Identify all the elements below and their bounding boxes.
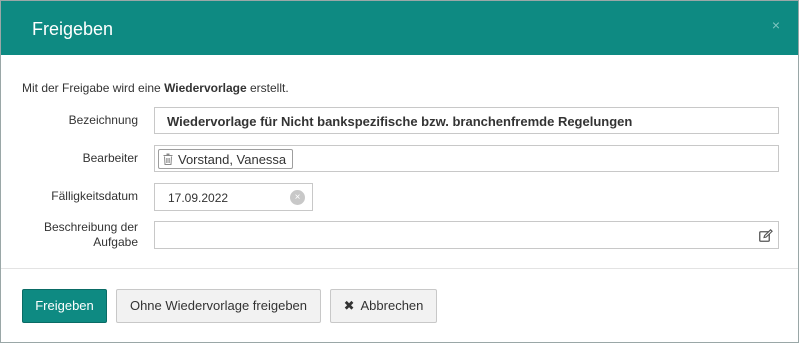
info-text: Mit der Freigabe wird eine Wiedervorlage… [22, 81, 289, 95]
beschreibung-label-line1: Beschreibung der [43, 220, 138, 234]
dialog-header: Freigeben × [1, 1, 798, 55]
trash-icon[interactable] [163, 153, 173, 165]
clear-icon[interactable]: × [290, 190, 305, 205]
close-icon[interactable]: × [772, 18, 780, 32]
edit-icon[interactable] [759, 229, 773, 242]
bearbeiter-input[interactable]: Vorstand, Vanessa [154, 145, 779, 172]
footer-divider [1, 268, 798, 269]
info-bold: Wiedervorlage [164, 81, 247, 95]
info-prefix: Mit der Freigabe wird eine [22, 81, 165, 95]
faelligkeit-input[interactable]: 17.09.2022 × [154, 183, 313, 211]
bezeichnung-label: Bezeichnung [68, 113, 138, 127]
beschreibung-label: Beschreibung der Aufgabe [23, 220, 138, 250]
bearbeiter-label: Bearbeiter [82, 151, 138, 165]
abbrechen-label: Abbrechen [360, 298, 424, 313]
bezeichnung-value: Wiedervorlage für Nicht bankspezifische … [167, 114, 633, 129]
faelligkeit-label: Fälligkeitsdatum [51, 189, 138, 203]
bearbeiter-tag-label: Vorstand, Vanessa [178, 151, 287, 167]
bezeichnung-input[interactable]: Wiedervorlage für Nicht bankspezifische … [154, 107, 779, 134]
freigeben-dialog: Freigeben × Mit der Freigabe wird eine W… [0, 0, 799, 343]
info-suffix: erstellt. [246, 81, 289, 95]
freigeben-button[interactable]: Freigeben [22, 289, 107, 323]
dialog-title: Freigeben [32, 19, 114, 39]
abbrechen-button[interactable]: ✖ Abbrechen [330, 289, 437, 323]
bearbeiter-tag[interactable]: Vorstand, Vanessa [158, 149, 294, 169]
ohne-wiedervorlage-button[interactable]: Ohne Wiedervorlage freigeben [116, 289, 321, 323]
x-icon: ✖ [343, 298, 355, 313]
beschreibung-label-line2: Aufgabe [93, 235, 138, 249]
faelligkeit-value: 17.09.2022 [168, 191, 229, 205]
beschreibung-input[interactable] [154, 221, 779, 249]
